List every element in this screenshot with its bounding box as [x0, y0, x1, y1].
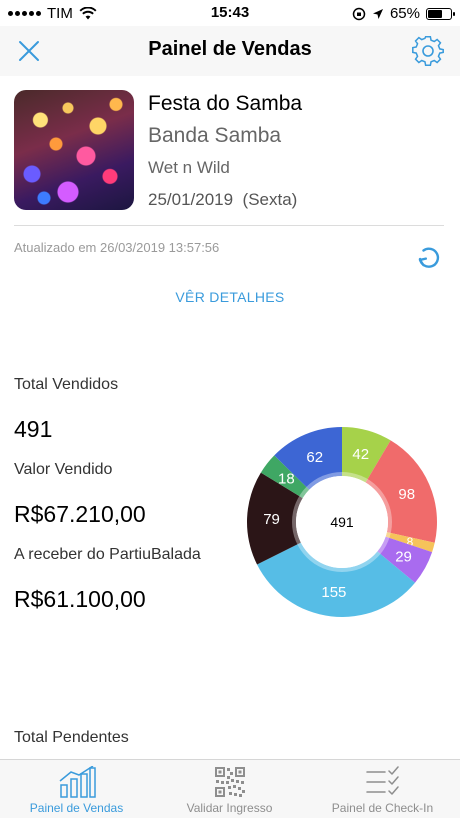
sales-donut-chart[interactable]: 4298829155791862491: [244, 424, 440, 620]
tab-checkin-panel[interactable]: Painel de Check-In: [306, 760, 459, 818]
event-venue: Wet n Wild: [148, 158, 230, 177]
event-date: 25/01/2019 (Sexta): [148, 190, 297, 210]
tab-validate-ticket[interactable]: Validar Ingresso: [153, 760, 306, 818]
donut-slice-label: 42: [352, 446, 369, 463]
location-icon: [372, 8, 383, 19]
status-bar: TIM 15:43 65%: [0, 0, 460, 26]
donut-slice-label: 98: [398, 486, 415, 503]
gear-icon: [412, 35, 444, 67]
amount-sold-label: Valor Vendido: [14, 461, 113, 478]
tab-sales-panel[interactable]: Painel de Vendas: [0, 760, 153, 818]
event-weekday: (Sexta): [242, 190, 298, 209]
last-updated-text: Atualizado em 26/03/2019 13:57:56: [14, 240, 220, 255]
tab-checkin-panel-label: Painel de Check-In: [331, 801, 434, 815]
checklist-icon: [365, 766, 399, 795]
tab-bar: Painel de Vendas Validar Ingresso Painel…: [0, 759, 460, 818]
settings-button[interactable]: [410, 33, 446, 69]
event-card: Festa do Samba Banda Samba Wet n Wild 25…: [14, 86, 444, 226]
battery-icon: [426, 7, 455, 20]
refresh-icon: [418, 247, 440, 268]
pending-label: Total Pendentes: [14, 729, 129, 746]
refresh-button[interactable]: [414, 242, 444, 272]
donut-slice-label: 29: [395, 548, 412, 565]
view-details-link[interactable]: VÊR DETALHES: [0, 289, 460, 305]
donut-slice-label: 62: [306, 449, 323, 466]
event-name: Festa do Samba: [148, 92, 303, 115]
event-date-value: 25/01/2019: [148, 190, 234, 209]
orientation-lock-icon: [352, 7, 366, 20]
event-artist: Banda Samba: [148, 124, 282, 147]
system-indicators: 65%: [352, 5, 455, 22]
nav-bar: Painel de Vendas: [0, 26, 460, 76]
donut-slice-label: 18: [278, 471, 295, 488]
page-title: Painel de Vendas: [148, 38, 312, 60]
battery-percent: 65%: [389, 5, 420, 22]
tab-validate-ticket-label: Validar Ingresso: [186, 801, 273, 815]
amount-sold-value: R$67.210,00: [14, 501, 146, 527]
donut-slice-label: 155: [321, 584, 346, 601]
total-sold-label: Total Vendidos: [14, 376, 119, 393]
qr-code-icon: [214, 767, 245, 797]
donut-slice-label: 79: [263, 511, 280, 528]
total-sold-value: 491: [14, 416, 53, 442]
receivable-label: A receber do PartiuBalada: [14, 546, 201, 563]
receivable-value: R$61.100,00: [14, 586, 146, 612]
donut-center-total: 491: [330, 514, 354, 530]
tab-sales-panel-label: Painel de Vendas: [29, 801, 124, 815]
bar-chart-icon: [59, 766, 96, 798]
event-image: [14, 90, 134, 210]
